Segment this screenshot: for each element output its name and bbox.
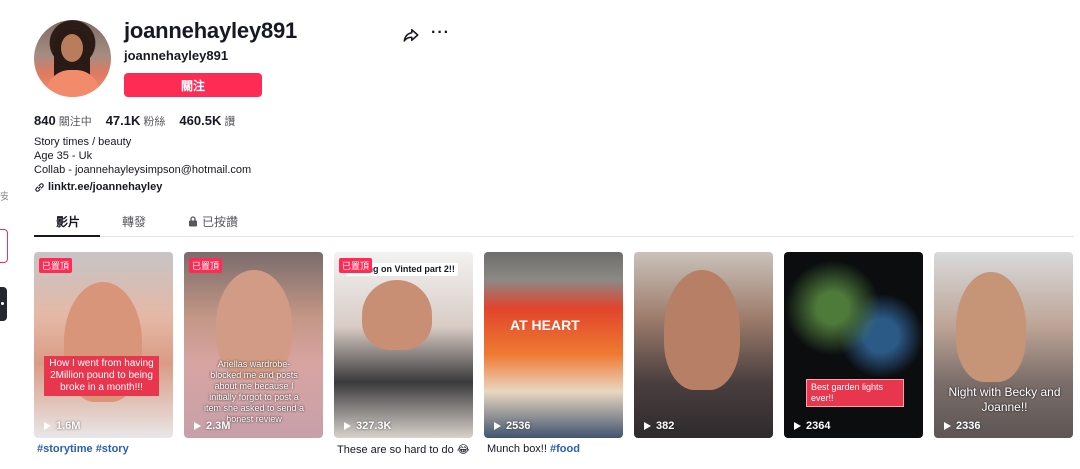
play-icon: [44, 422, 51, 430]
tab-liked[interactable]: 已按讚: [188, 213, 238, 230]
video-caption[interactable]: #storytime #story: [34, 443, 173, 456]
tab-videos[interactable]: 影片: [56, 213, 80, 230]
lock-icon: [189, 216, 197, 227]
sidebar-edge-button[interactable]: [0, 229, 8, 263]
play-icon: [194, 422, 201, 430]
video-caption: [784, 443, 923, 456]
video-views: 2.3M: [194, 420, 230, 432]
video-overlay-text: Ariellas wardrobe- blocked me and posts …: [203, 359, 305, 424]
video-card[interactable]: 已置頂 How I went from having 2Million poun…: [34, 252, 173, 438]
video-card[interactable]: Best garden lights ever!! 2364: [784, 252, 923, 438]
video-caption: [934, 443, 1073, 456]
profile-stats: 840 關注中 47.1K 粉絲 460.5K 讚: [34, 113, 235, 129]
stat-label: 讚: [224, 116, 236, 128]
video-grid: 已置頂 How I went from having 2Million poun…: [34, 252, 1073, 438]
video-card[interactable]: 已置頂 Ariellas wardrobe- blocked me and po…: [184, 252, 323, 438]
sidebar-edge-dark-button[interactable]: [0, 287, 7, 321]
video-captions: #storytime #story These are so hard to d…: [34, 443, 1073, 456]
video-card[interactable]: Night with Becky and Joanne!! 2336: [934, 252, 1073, 438]
sidebar-edge-text: 安: [0, 192, 8, 203]
video-card[interactable]: AT HEART 2536: [484, 252, 623, 438]
video-caption: These are so hard to do 😂: [337, 444, 470, 456]
video-card[interactable]: 382: [634, 252, 773, 438]
play-icon: [944, 422, 951, 430]
video-views: 327.3K: [344, 420, 391, 432]
views-count: 2.3M: [206, 420, 231, 432]
stat-value: 47.1K: [105, 113, 141, 128]
bio-line: Collab - joannehayleysimpson@hotmail.com: [34, 164, 252, 176]
active-tab-indicator: [34, 235, 100, 237]
video-caption: Munch box!! #food: [487, 443, 580, 455]
views-count: 2336: [956, 420, 981, 432]
stat-value: 840: [34, 113, 56, 128]
stat-value: 460.5K: [179, 113, 222, 128]
play-icon: [794, 422, 801, 430]
views-count: 2364: [806, 420, 831, 432]
tab-liked-label: 已按讚: [202, 215, 239, 229]
follow-button[interactable]: 關注: [124, 73, 262, 97]
views-count: 382: [656, 420, 675, 432]
link-icon: [35, 182, 44, 192]
profile-bio: Story times / beauty Age 35 - Uk Collab …: [34, 135, 251, 177]
views-count: 2536: [506, 420, 531, 432]
video-views: 382: [644, 420, 674, 432]
stat-label: 粉絲: [143, 116, 166, 128]
pinned-badge: 已置頂: [189, 258, 223, 273]
stat-label: 關注中: [58, 116, 92, 128]
video-thumbnail-person: [362, 280, 432, 350]
video-views: 2536: [494, 420, 530, 432]
bio-link-text: linktr.ee/joannehayley: [48, 181, 163, 193]
more-options-icon[interactable]: ···: [431, 24, 450, 42]
video-thumbnail-person: [664, 270, 740, 390]
views-count: 327.3K: [356, 420, 392, 432]
views-count: 1.6M: [56, 420, 81, 432]
video-caption: [634, 443, 773, 456]
stat-following[interactable]: 840 關注中: [34, 113, 92, 129]
profile-nickname: joannehayley891: [124, 48, 229, 63]
stat-likes: 460.5K 讚: [179, 113, 235, 129]
video-views: 1.6M: [44, 420, 80, 432]
video-caption: [184, 443, 323, 456]
video-thumbnail-person: [956, 272, 1026, 382]
stat-followers[interactable]: 47.1K 粉絲: [106, 113, 166, 129]
avatar[interactable]: [34, 20, 111, 97]
bio-link[interactable]: linktr.ee/joannehayley: [34, 181, 162, 193]
play-icon: [644, 422, 651, 430]
share-icon[interactable]: [402, 26, 420, 44]
tab-reposts[interactable]: 轉發: [122, 213, 146, 230]
pinned-badge: 已置頂: [39, 258, 73, 273]
video-overlay-text: Night with Becky and Joanne!!: [948, 385, 1061, 414]
video-card[interactable]: 已置頂 Selling on Vinted part 2!! 327.3K: [334, 252, 473, 438]
play-icon: [494, 422, 501, 430]
play-icon: [344, 422, 351, 430]
profile-tabs: 影片 轉發 已按讚: [34, 205, 1074, 237]
video-overlay-text: AT HEART: [510, 317, 580, 333]
profile-username: joannehayley891: [124, 18, 298, 43]
pinned-badge: 已置頂: [339, 258, 373, 273]
video-overlay-text: Best garden lights ever!!: [806, 379, 904, 407]
video-views: 2336: [944, 420, 980, 432]
video-views: 2364: [794, 420, 830, 432]
bio-line: Story times / beauty: [34, 136, 132, 148]
video-overlay-text: How I went from having 2Million pound to…: [44, 356, 159, 396]
bio-line: Age 35 - Uk: [34, 150, 93, 162]
